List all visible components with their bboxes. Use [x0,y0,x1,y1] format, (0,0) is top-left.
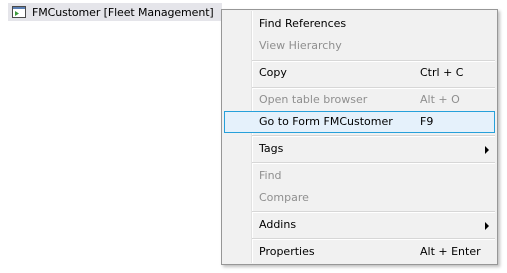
menu-item-compare[interactable]: Compare [224,187,495,209]
menu-item-go-to-form[interactable]: Go to Form FMCustomer F9 [224,111,495,133]
menu-item-shortcut: Alt + O [420,93,460,106]
menu-item-shortcut: Alt + Enter [420,245,481,258]
menu-item-addins[interactable]: Addins [224,214,495,236]
form-icon [11,4,27,20]
menu-item-label: Find References [259,17,347,30]
menu-item-open-table-browser[interactable]: Open table browser Alt + O [224,89,495,111]
menu-item-find-references[interactable]: Find References [224,13,495,35]
menu-item-properties[interactable]: Properties Alt + Enter [224,241,495,263]
menu-separator [252,135,495,137]
menu-item-shortcut: F9 [420,115,434,128]
menu-item-label: View Hierarchy [259,39,342,52]
tree-node-label: FMCustomer [Fleet Management] [32,5,214,19]
menu-item-copy[interactable]: Copy Ctrl + C [224,62,495,84]
menu-item-label: Properties [259,245,315,258]
submenu-arrow-icon [485,146,489,154]
menu-item-label: Go to Form FMCustomer [259,115,393,128]
menu-item-label: Find [259,169,282,182]
menu-item-label: Open table browser [259,93,368,106]
menu-item-label: Addins [259,218,297,231]
menu-item-label: Copy [259,66,287,79]
submenu-arrow-icon [485,222,489,230]
tree-node-fmcustomer[interactable]: FMCustomer [Fleet Management] [8,3,222,21]
menu-item-shortcut: Ctrl + C [420,66,464,79]
menu-separator [252,211,495,213]
menu-item-label: Tags [259,142,284,155]
menu-item-find[interactable]: Find [224,165,495,187]
menu-separator [252,162,495,164]
context-menu: Find References View Hierarchy Copy Ctrl… [221,9,498,265]
menu-item-tags[interactable]: Tags [224,138,495,160]
menu-item-view-hierarchy[interactable]: View Hierarchy [224,35,495,57]
menu-separator [252,238,495,240]
menu-item-label: Compare [259,191,309,204]
